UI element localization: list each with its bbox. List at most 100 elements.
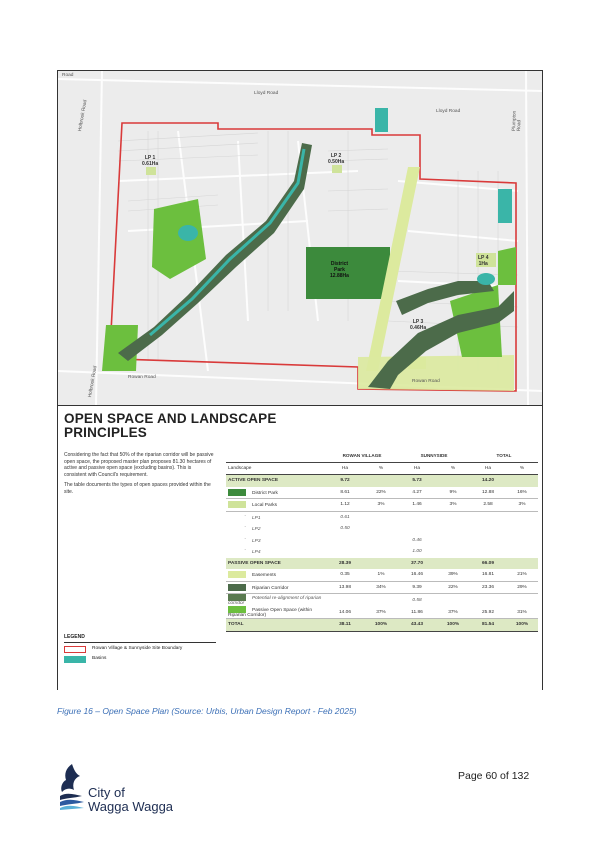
table-row: ACTIVE OPEN SPACE 9.72 5.73 14.20	[226, 474, 538, 487]
table-row: Passive Open Space (within Riparian Corr…	[226, 606, 538, 619]
row-label: TOTAL	[228, 622, 244, 628]
cell-ss-ha: 1.00	[412, 549, 422, 555]
cell-t-pct: 21%	[506, 569, 538, 582]
cell-rv-pct	[364, 594, 398, 607]
cell-t-ha	[470, 535, 506, 547]
row-label-cell: PASSIVE OPEN SPACE	[226, 557, 326, 569]
table-row: Riparian Corridor 13.98 34% 9.39 22% 23.36 29%	[226, 581, 538, 594]
cell-ss-pct	[436, 557, 470, 569]
panel-title-line1: OPEN SPACE AND LANDSCAPE	[64, 411, 277, 426]
cell-rv-ha: 0.35	[326, 569, 364, 582]
cell-ss-pct	[436, 511, 470, 523]
figure-caption: Figure 16 – Open Space Plan (Source: Urb…	[57, 706, 357, 716]
cell-rv-pct	[364, 474, 398, 487]
cell-t-pct	[506, 594, 538, 607]
row-indent: -	[244, 548, 246, 554]
table-row: - LP3 0.46	[226, 535, 538, 547]
cell-ss-ha: 1.46	[398, 498, 436, 512]
cell-ss-pct: 100%	[436, 618, 470, 632]
sub-landscape: Landscape	[226, 462, 326, 475]
table-row: District Park 8.61 22% 4.27 9% 12.88 16%	[226, 486, 538, 499]
table-row: PASSIVE OPEN SPACE 28.39 37.70 66.09	[226, 557, 538, 569]
row-swatch	[228, 501, 246, 509]
cell-ss-pct	[436, 523, 470, 535]
cell-t-pct: 16%	[506, 486, 538, 499]
cell-rv-pct: 22%	[364, 486, 398, 499]
lp4-label: LP 4 1Ha	[478, 255, 489, 267]
row-label: Riparian Corridor	[252, 585, 289, 591]
row-label-cell: Passive Open Space (within Riparian Corr…	[226, 606, 326, 619]
row-label-cell: - LP1	[226, 511, 326, 523]
sub-ha: Ha	[470, 462, 506, 475]
city-logo: City of Wagga Wagga	[58, 762, 198, 822]
row-label-cell: TOTAL	[226, 618, 326, 632]
cell-ss-ha: 16.46	[398, 569, 436, 582]
cell-rv-pct	[364, 546, 398, 558]
table-row: - LP1 0.61	[226, 511, 538, 523]
cell-ss-pct	[436, 535, 470, 547]
cell-ss-ha: 5.73	[398, 474, 436, 487]
cell-ss-pct	[436, 474, 470, 487]
row-label: LP1	[252, 515, 261, 521]
cell-rv-ha	[326, 546, 364, 558]
open-space-map: Road Lloyd Road Lloyd Road Holbrook Road…	[58, 71, 542, 405]
cell-rv-ha: 1.12	[326, 498, 364, 512]
cell-rv-ha: 0.61	[340, 514, 350, 520]
cell-ss-ha: 43.43	[398, 618, 436, 632]
cell-t-ha: 2.58	[470, 498, 506, 512]
lp3-label: LP 3 0.46Ha	[410, 319, 427, 331]
col-total: TOTAL	[470, 450, 538, 463]
cell-t-pct: 31%	[506, 606, 538, 619]
cell-t-pct	[506, 535, 538, 547]
cell-ss-ha: 0.58	[412, 597, 422, 603]
cell-rv-pct	[364, 523, 398, 535]
rowan-road-label-left: Rowan Road	[128, 375, 156, 380]
cell-rv-ha	[326, 535, 364, 547]
map-graphic	[58, 71, 542, 405]
cell-t-ha	[470, 594, 506, 607]
cell-t-ha: 12.88	[470, 486, 506, 499]
sub-pct: %	[506, 462, 538, 475]
row-indent: -	[244, 536, 246, 542]
intro-paragraph-2: The table documents the types of open sp…	[64, 482, 211, 495]
district-park-label: District Park 12.88Ha	[330, 261, 349, 279]
cell-t-ha: 66.09	[470, 557, 506, 569]
row-label: LP3	[252, 538, 261, 544]
cell-rv-ha: 38.11	[326, 618, 364, 632]
row-label-cell: - LP2	[226, 523, 326, 535]
row-label: ACTIVE OPEN SPACE	[228, 478, 279, 484]
legend-item-basins: Basins	[64, 656, 216, 663]
cell-rv-pct: 1%	[364, 569, 398, 582]
sub-pct: %	[364, 462, 398, 475]
sub-ha: Ha	[398, 462, 436, 475]
row-label-cell: - LP4	[226, 546, 326, 558]
row-label: LP2	[252, 527, 261, 533]
cell-t-ha: 25.92	[470, 606, 506, 619]
basins-swatch	[64, 656, 86, 663]
cell-t-pct: 3%	[506, 498, 538, 512]
cell-ss-ha: 11.86	[398, 606, 436, 619]
row-label-cell: Potential re-alignment of riparian corri…	[226, 594, 326, 606]
sub-pct: %	[436, 462, 470, 475]
legend: LEGEND Rowan Village & Sunnyside Site Bo…	[64, 634, 216, 666]
row-label-cell: ACTIVE OPEN SPACE	[226, 474, 326, 487]
cell-ss-pct	[436, 594, 470, 607]
table-header-row: ROWAN VILLAGE SUNNYSIDE TOTAL	[226, 450, 538, 463]
plumpton-road-label: Plumpton Road	[512, 110, 523, 132]
cell-t-ha: 16.81	[470, 569, 506, 582]
table-row: - LP2 0.50	[226, 523, 538, 535]
row-label: District Park	[252, 490, 278, 496]
row-swatch	[228, 583, 246, 591]
cell-ss-pct: 3%	[436, 498, 470, 512]
row-label: Easements	[252, 573, 276, 579]
crow-logo-icon	[60, 764, 84, 810]
table-subheader-row: Landscape Ha % Ha % Ha %	[226, 462, 538, 475]
cell-ss-ha: 9.39	[398, 581, 436, 594]
lloyd-road-label-right: Lloyd Road	[436, 109, 461, 114]
cell-t-pct: 29%	[506, 581, 538, 594]
row-label-cell: Local Parks	[226, 498, 326, 512]
col-sunnyside: SUNNYSIDE	[398, 450, 470, 463]
row-label-cell: District Park	[226, 486, 326, 499]
cell-t-pct: 100%	[506, 618, 538, 632]
cell-ss-ha: 0.46	[412, 537, 422, 543]
